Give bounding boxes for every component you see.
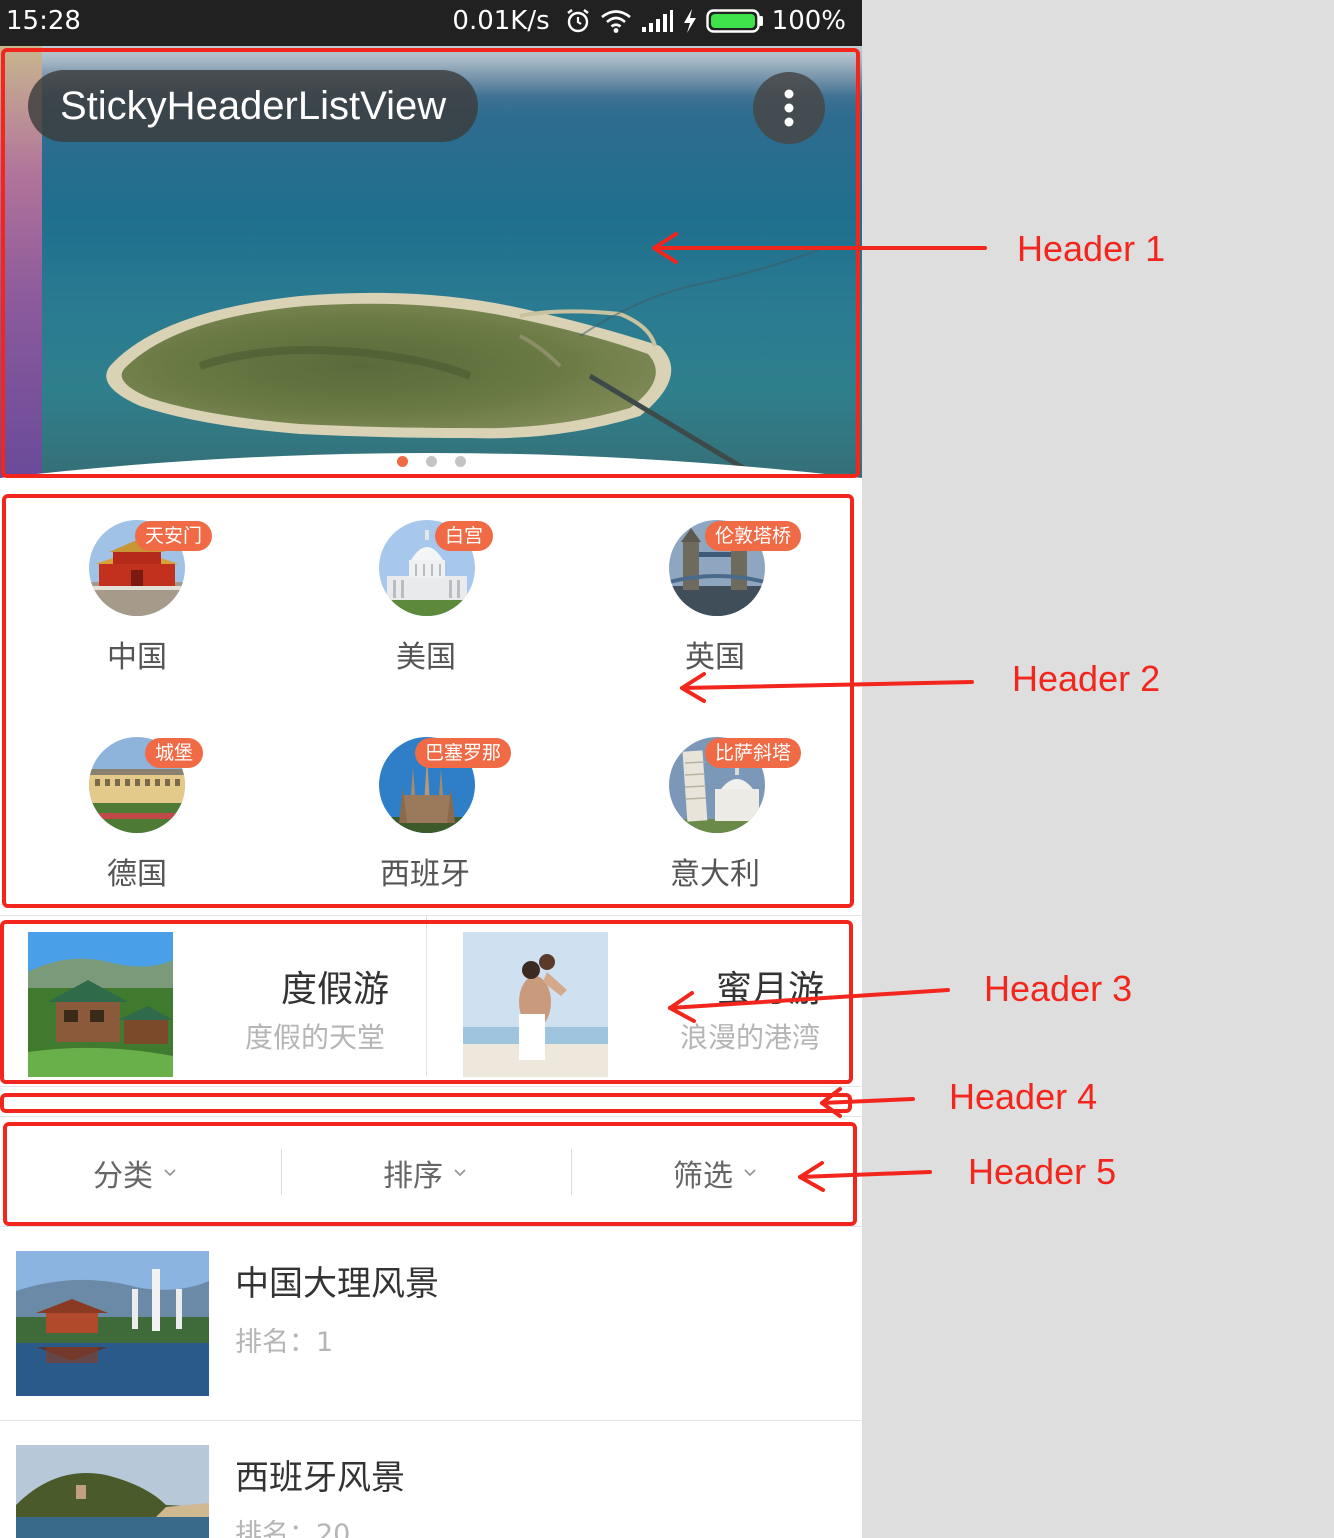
battery-level: 100%: [771, 6, 846, 36]
divider-bottom-filter: [0, 1226, 862, 1227]
battery-icon: [705, 8, 764, 34]
network-speed: 0.01K/s: [452, 6, 550, 36]
list-item-image: [16, 1251, 209, 1396]
annotation-label-header-1: Header 1: [1017, 228, 1166, 269]
charging-bolt-icon: [682, 8, 698, 34]
status-time: 15:28: [6, 6, 81, 36]
status-icons: 0.01K/s 100%: [452, 6, 846, 36]
list-item-rank: 排名：1: [235, 1327, 334, 1358]
list-item-rank: 排名：20: [235, 1519, 351, 1538]
divider-bottom-header4: [0, 1116, 862, 1117]
annotation-box-header-5: [3, 1122, 857, 1226]
signal-icon: [640, 9, 674, 33]
annotation-label-header-3: Header 3: [984, 968, 1133, 1009]
wifi-icon: [600, 8, 632, 34]
annotation-box-header-4: [0, 1093, 852, 1113]
status-bar: 15:28 0.01K/s 100%: [0, 0, 862, 46]
list-item-title: 中国大理风景: [235, 1264, 439, 1304]
list-item-image: [16, 1445, 209, 1538]
annotation-label-header-2: Header 2: [1012, 658, 1161, 699]
annotation-box-header-2: [2, 494, 854, 908]
annotation-box-header-1: [1, 48, 860, 478]
annotation-label-header-5: Header 5: [968, 1151, 1117, 1192]
list-item-title: 西班牙风景: [235, 1458, 405, 1498]
divider-top-header4: [0, 1086, 862, 1087]
list-divider: [0, 1420, 862, 1421]
annotation-label-header-4: Header 4: [949, 1076, 1098, 1117]
annotation-box-header-3: [0, 920, 853, 1084]
alarm-icon: [564, 7, 592, 35]
divider-top-promos: [0, 915, 862, 916]
